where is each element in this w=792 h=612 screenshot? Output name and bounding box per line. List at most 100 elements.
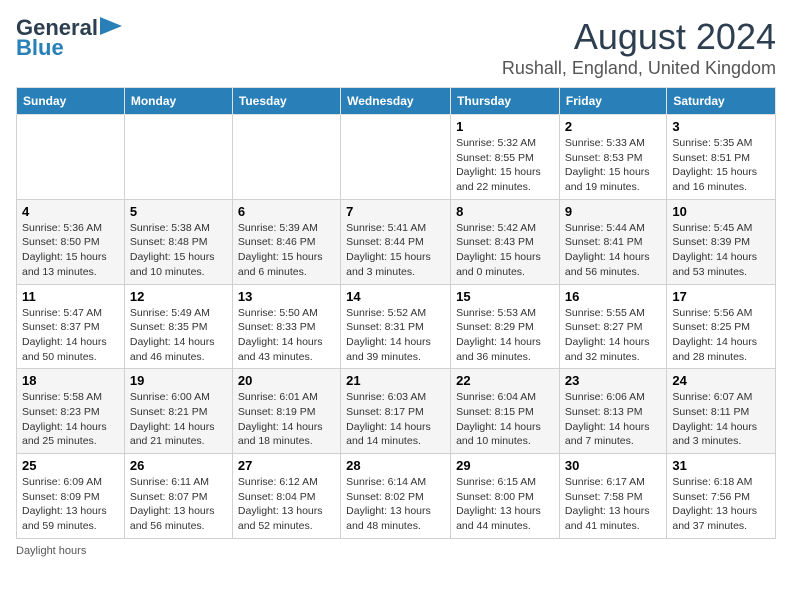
calendar-cell: 7Sunrise: 5:41 AM Sunset: 8:44 PM Daylig… bbox=[341, 199, 451, 284]
calendar-cell bbox=[124, 115, 232, 200]
day-number: 23 bbox=[565, 373, 661, 388]
day-info: Sunrise: 5:47 AM Sunset: 8:37 PM Dayligh… bbox=[22, 306, 119, 365]
day-number: 24 bbox=[672, 373, 770, 388]
day-number: 15 bbox=[456, 289, 554, 304]
title-block: August 2024 Rushall, England, United Kin… bbox=[502, 16, 776, 79]
day-number: 8 bbox=[456, 204, 554, 219]
day-info: Sunrise: 5:50 AM Sunset: 8:33 PM Dayligh… bbox=[238, 306, 335, 365]
day-number: 19 bbox=[130, 373, 227, 388]
day-number: 4 bbox=[22, 204, 119, 219]
calendar-cell: 24 Sunrise: 6:07 AM Sunset: 8:11 PM Dayli… bbox=[667, 369, 776, 454]
day-info: Sunrise: 5:35 AM Sunset: 8:51 PM Dayligh… bbox=[672, 136, 770, 195]
calendar-cell: 26 Sunrise: 6:11 AM Sunset: 8:07 PM Dayli… bbox=[124, 454, 232, 539]
day-info: Sunrise: 6:00 AM Sunset: 8:21 PM Dayligh… bbox=[130, 390, 227, 449]
calendar-cell: 23 Sunrise: 6:06 AM Sunset: 8:13 PM Dayli… bbox=[559, 369, 666, 454]
calendar-cell: 30 Sunrise: 6:17 AM Sunset: 7:58 PM Dayli… bbox=[559, 454, 666, 539]
calendar-cell bbox=[17, 115, 125, 200]
calendar-cell bbox=[341, 115, 451, 200]
day-number: 25 bbox=[22, 458, 119, 473]
day-info: Sunrise: 6:06 AM Sunset: 8:13 PM Dayligh… bbox=[565, 390, 661, 449]
day-info: Sunrise: 6:09 AM Sunset: 8:09 PM Dayligh… bbox=[22, 475, 119, 534]
day-info: Sunrise: 6:03 AM Sunset: 8:17 PM Dayligh… bbox=[346, 390, 445, 449]
calendar-cell: 8 Sunrise: 5:42 AM Sunset: 8:43 PM Daylig… bbox=[451, 199, 560, 284]
header-cell-thursday: Thursday bbox=[451, 88, 560, 115]
day-number: 12 bbox=[130, 289, 227, 304]
calendar-cell: 17 Sunrise: 5:56 AM Sunset: 8:25 PM Dayli… bbox=[667, 284, 776, 369]
calendar-week-2: 4 Sunrise: 5:36 AM Sunset: 8:50 PM Daylig… bbox=[17, 199, 776, 284]
calendar-week-5: 25 Sunrise: 6:09 AM Sunset: 8:09 PM Dayli… bbox=[17, 454, 776, 539]
day-number: 31 bbox=[672, 458, 770, 473]
calendar-cell: 2 Sunrise: 5:33 AM Sunset: 8:53 PM Daylig… bbox=[559, 115, 666, 200]
calendar-cell: 22Sunrise: 6:04 AM Sunset: 8:15 PM Dayli… bbox=[451, 369, 560, 454]
day-number: 22 bbox=[456, 373, 554, 388]
day-info: Sunrise: 5:32 AM Sunset: 8:55 PM Dayligh… bbox=[456, 136, 554, 195]
calendar-cell: 28 Sunrise: 6:14 AM Sunset: 8:02 PM Dayli… bbox=[341, 454, 451, 539]
calendar-cell: 18Sunrise: 5:58 AM Sunset: 8:23 PM Dayli… bbox=[17, 369, 125, 454]
day-number: 1 bbox=[456, 119, 554, 134]
calendar-cell: 9Sunrise: 5:44 AM Sunset: 8:41 PM Daylig… bbox=[559, 199, 666, 284]
calendar-cell bbox=[232, 115, 340, 200]
calendar-cell: 5Sunrise: 5:38 AM Sunset: 8:48 PM Daylig… bbox=[124, 199, 232, 284]
day-info: Sunrise: 6:01 AM Sunset: 8:19 PM Dayligh… bbox=[238, 390, 335, 449]
day-number: 13 bbox=[238, 289, 335, 304]
calendar-header-row: SundayMondayTuesdayWednesdayThursdayFrid… bbox=[17, 88, 776, 115]
logo-arrow-icon bbox=[100, 17, 122, 35]
day-info: Sunrise: 5:41 AM Sunset: 8:44 PM Dayligh… bbox=[346, 221, 445, 280]
calendar-cell: 11 Sunrise: 5:47 AM Sunset: 8:37 PM Dayli… bbox=[17, 284, 125, 369]
day-info: Sunrise: 5:45 AM Sunset: 8:39 PM Dayligh… bbox=[672, 221, 770, 280]
day-info: Sunrise: 5:58 AM Sunset: 8:23 PM Dayligh… bbox=[22, 390, 119, 449]
calendar-cell: 25 Sunrise: 6:09 AM Sunset: 8:09 PM Dayli… bbox=[17, 454, 125, 539]
calendar-cell: 21 Sunrise: 6:03 AM Sunset: 8:17 PM Dayli… bbox=[341, 369, 451, 454]
day-info: Sunrise: 6:11 AM Sunset: 8:07 PM Dayligh… bbox=[130, 475, 227, 534]
header-cell-wednesday: Wednesday bbox=[341, 88, 451, 115]
calendar-cell: 14Sunrise: 5:52 AM Sunset: 8:31 PM Dayli… bbox=[341, 284, 451, 369]
calendar-title: August 2024 bbox=[502, 16, 776, 58]
day-info: Sunrise: 5:33 AM Sunset: 8:53 PM Dayligh… bbox=[565, 136, 661, 195]
day-info: Sunrise: 5:36 AM Sunset: 8:50 PM Dayligh… bbox=[22, 221, 119, 280]
day-info: Sunrise: 6:15 AM Sunset: 8:00 PM Dayligh… bbox=[456, 475, 554, 534]
day-info: Sunrise: 5:49 AM Sunset: 8:35 PM Dayligh… bbox=[130, 306, 227, 365]
day-info: Sunrise: 6:18 AM Sunset: 7:56 PM Dayligh… bbox=[672, 475, 770, 534]
calendar-cell: 16Sunrise: 5:55 AM Sunset: 8:27 PM Dayli… bbox=[559, 284, 666, 369]
calendar-cell: 19 Sunrise: 6:00 AM Sunset: 8:21 PM Dayli… bbox=[124, 369, 232, 454]
calendar-cell: 6Sunrise: 5:39 AM Sunset: 8:46 PM Daylig… bbox=[232, 199, 340, 284]
day-info: Sunrise: 5:53 AM Sunset: 8:29 PM Dayligh… bbox=[456, 306, 554, 365]
day-number: 28 bbox=[346, 458, 445, 473]
day-info: Sunrise: 6:12 AM Sunset: 8:04 PM Dayligh… bbox=[238, 475, 335, 534]
day-info: Sunrise: 5:42 AM Sunset: 8:43 PM Dayligh… bbox=[456, 221, 554, 280]
calendar-cell: 29Sunrise: 6:15 AM Sunset: 8:00 PM Dayli… bbox=[451, 454, 560, 539]
day-number: 21 bbox=[346, 373, 445, 388]
calendar-table: SundayMondayTuesdayWednesdayThursdayFrid… bbox=[16, 87, 776, 539]
day-info: Sunrise: 6:07 AM Sunset: 8:11 PM Dayligh… bbox=[672, 390, 770, 449]
logo: General Blue bbox=[16, 16, 122, 60]
day-number: 2 bbox=[565, 119, 661, 134]
day-info: Sunrise: 5:38 AM Sunset: 8:48 PM Dayligh… bbox=[130, 221, 227, 280]
day-info: Sunrise: 6:14 AM Sunset: 8:02 PM Dayligh… bbox=[346, 475, 445, 534]
day-info: Sunrise: 5:39 AM Sunset: 8:46 PM Dayligh… bbox=[238, 221, 335, 280]
day-number: 3 bbox=[672, 119, 770, 134]
day-number: 9 bbox=[565, 204, 661, 219]
header-cell-sunday: Sunday bbox=[17, 88, 125, 115]
day-number: 26 bbox=[130, 458, 227, 473]
calendar-cell: 20 Sunrise: 6:01 AM Sunset: 8:19 PM Dayli… bbox=[232, 369, 340, 454]
calendar-cell: 13 Sunrise: 5:50 AM Sunset: 8:33 PM Dayli… bbox=[232, 284, 340, 369]
day-number: 17 bbox=[672, 289, 770, 304]
day-number: 14 bbox=[346, 289, 445, 304]
header-cell-monday: Monday bbox=[124, 88, 232, 115]
day-info: Sunrise: 5:56 AM Sunset: 8:25 PM Dayligh… bbox=[672, 306, 770, 365]
day-number: 11 bbox=[22, 289, 119, 304]
footer-label: Daylight hours bbox=[16, 545, 776, 557]
logo-blue: Blue bbox=[16, 36, 64, 60]
day-number: 20 bbox=[238, 373, 335, 388]
calendar-cell: 1 Sunrise: 5:32 AM Sunset: 8:55 PM Daylig… bbox=[451, 115, 560, 200]
calendar-subtitle: Rushall, England, United Kingdom bbox=[502, 58, 776, 79]
header-cell-tuesday: Tuesday bbox=[232, 88, 340, 115]
calendar-week-1: 1 Sunrise: 5:32 AM Sunset: 8:55 PM Daylig… bbox=[17, 115, 776, 200]
day-number: 10 bbox=[672, 204, 770, 219]
header-cell-saturday: Saturday bbox=[667, 88, 776, 115]
day-number: 30 bbox=[565, 458, 661, 473]
day-info: Sunrise: 6:17 AM Sunset: 7:58 PM Dayligh… bbox=[565, 475, 661, 534]
day-number: 16 bbox=[565, 289, 661, 304]
calendar-cell: 27Sunrise: 6:12 AM Sunset: 8:04 PM Dayli… bbox=[232, 454, 340, 539]
calendar-cell: 3 Sunrise: 5:35 AM Sunset: 8:51 PM Daylig… bbox=[667, 115, 776, 200]
